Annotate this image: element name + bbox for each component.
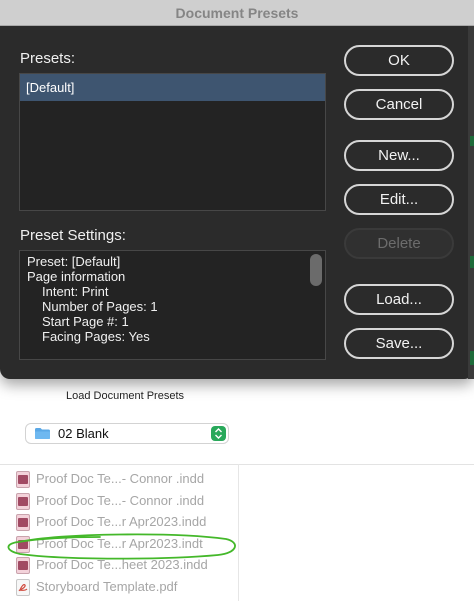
file-item[interactable]: Proof Doc Te...- Connor .indd: [16, 470, 236, 490]
new-preset-button[interactable]: New...: [344, 140, 454, 171]
settings-line: Page information: [27, 269, 126, 284]
load-dialog-title: Load Document Presets: [66, 390, 185, 402]
presets-list[interactable]: [Default]: [19, 73, 326, 211]
preset-item-default[interactable]: [Default]: [20, 74, 325, 101]
dialog-title: Document Presets: [175, 5, 299, 21]
preset-settings-box: Preset: [Default] Page information Inten…: [19, 250, 326, 360]
indesign-file-icon: [16, 514, 30, 531]
screen: Document Presets Presets: [Default] Pres…: [0, 0, 474, 601]
file-name: Proof Doc Te...- Connor .indd: [36, 471, 205, 486]
file-name: Proof Doc Te...r Apr2023.indt: [36, 536, 203, 551]
edge-stripe: [470, 136, 474, 146]
delete-preset-button: Delete: [344, 228, 454, 259]
edge-stripe: [470, 351, 474, 365]
settings-scrollbar[interactable]: [310, 253, 322, 357]
background-window-edge: [468, 26, 474, 379]
pdf-file-icon: [16, 579, 30, 596]
indesign-file-icon: [16, 557, 30, 574]
file-name: Proof Doc Te...r Apr2023.indd: [36, 514, 207, 529]
save-presets-button[interactable]: Save...: [344, 328, 454, 359]
settings-scroll-thumb[interactable]: [310, 254, 322, 286]
cancel-button[interactable]: Cancel: [344, 89, 454, 120]
settings-line: Intent: Print: [42, 284, 109, 299]
preset-settings-label: Preset Settings:: [20, 227, 126, 244]
file-item[interactable]: Proof Doc Te...- Connor .indd: [16, 492, 236, 512]
chevron-updown-icon[interactable]: [211, 426, 226, 441]
column-divider: [238, 464, 239, 601]
file-item[interactable]: Storyboard Template.pdf: [16, 578, 236, 598]
file-item[interactable]: Proof Doc Te...r Apr2023.indd: [16, 513, 236, 533]
settings-line: Number of Pages: 1: [42, 299, 158, 314]
settings-line: Facing Pages: Yes: [42, 329, 150, 344]
location-label: 02 Blank: [58, 426, 109, 441]
folder-icon: [34, 427, 51, 445]
file-item[interactable]: Proof Doc Te...r Apr2023.indt: [16, 535, 236, 555]
settings-line: Start Page #: 1: [42, 314, 129, 329]
file-item[interactable]: Proof Doc Te...heet 2023.indd: [16, 556, 236, 576]
ok-button[interactable]: OK: [344, 45, 454, 76]
indesign-file-icon: [16, 471, 30, 488]
document-presets-dialog: Document Presets Presets: [Default] Pres…: [0, 0, 474, 379]
settings-line: Preset: [Default]: [27, 254, 121, 269]
edge-stripe: [470, 256, 474, 268]
file-name: Storyboard Template.pdf: [36, 579, 178, 594]
indesign-file-icon: [16, 493, 30, 510]
indesign-file-icon: [16, 536, 30, 553]
load-presets-button[interactable]: Load...: [344, 284, 454, 315]
dialog-titlebar[interactable]: Document Presets: [0, 0, 474, 26]
presets-label: Presets:: [20, 50, 76, 67]
edit-preset-button[interactable]: Edit...: [344, 184, 454, 215]
file-name: Proof Doc Te...- Connor .indd: [36, 493, 205, 508]
file-name: Proof Doc Te...heet 2023.indd: [36, 557, 208, 572]
location-popup[interactable]: 02 Blank: [25, 423, 229, 444]
